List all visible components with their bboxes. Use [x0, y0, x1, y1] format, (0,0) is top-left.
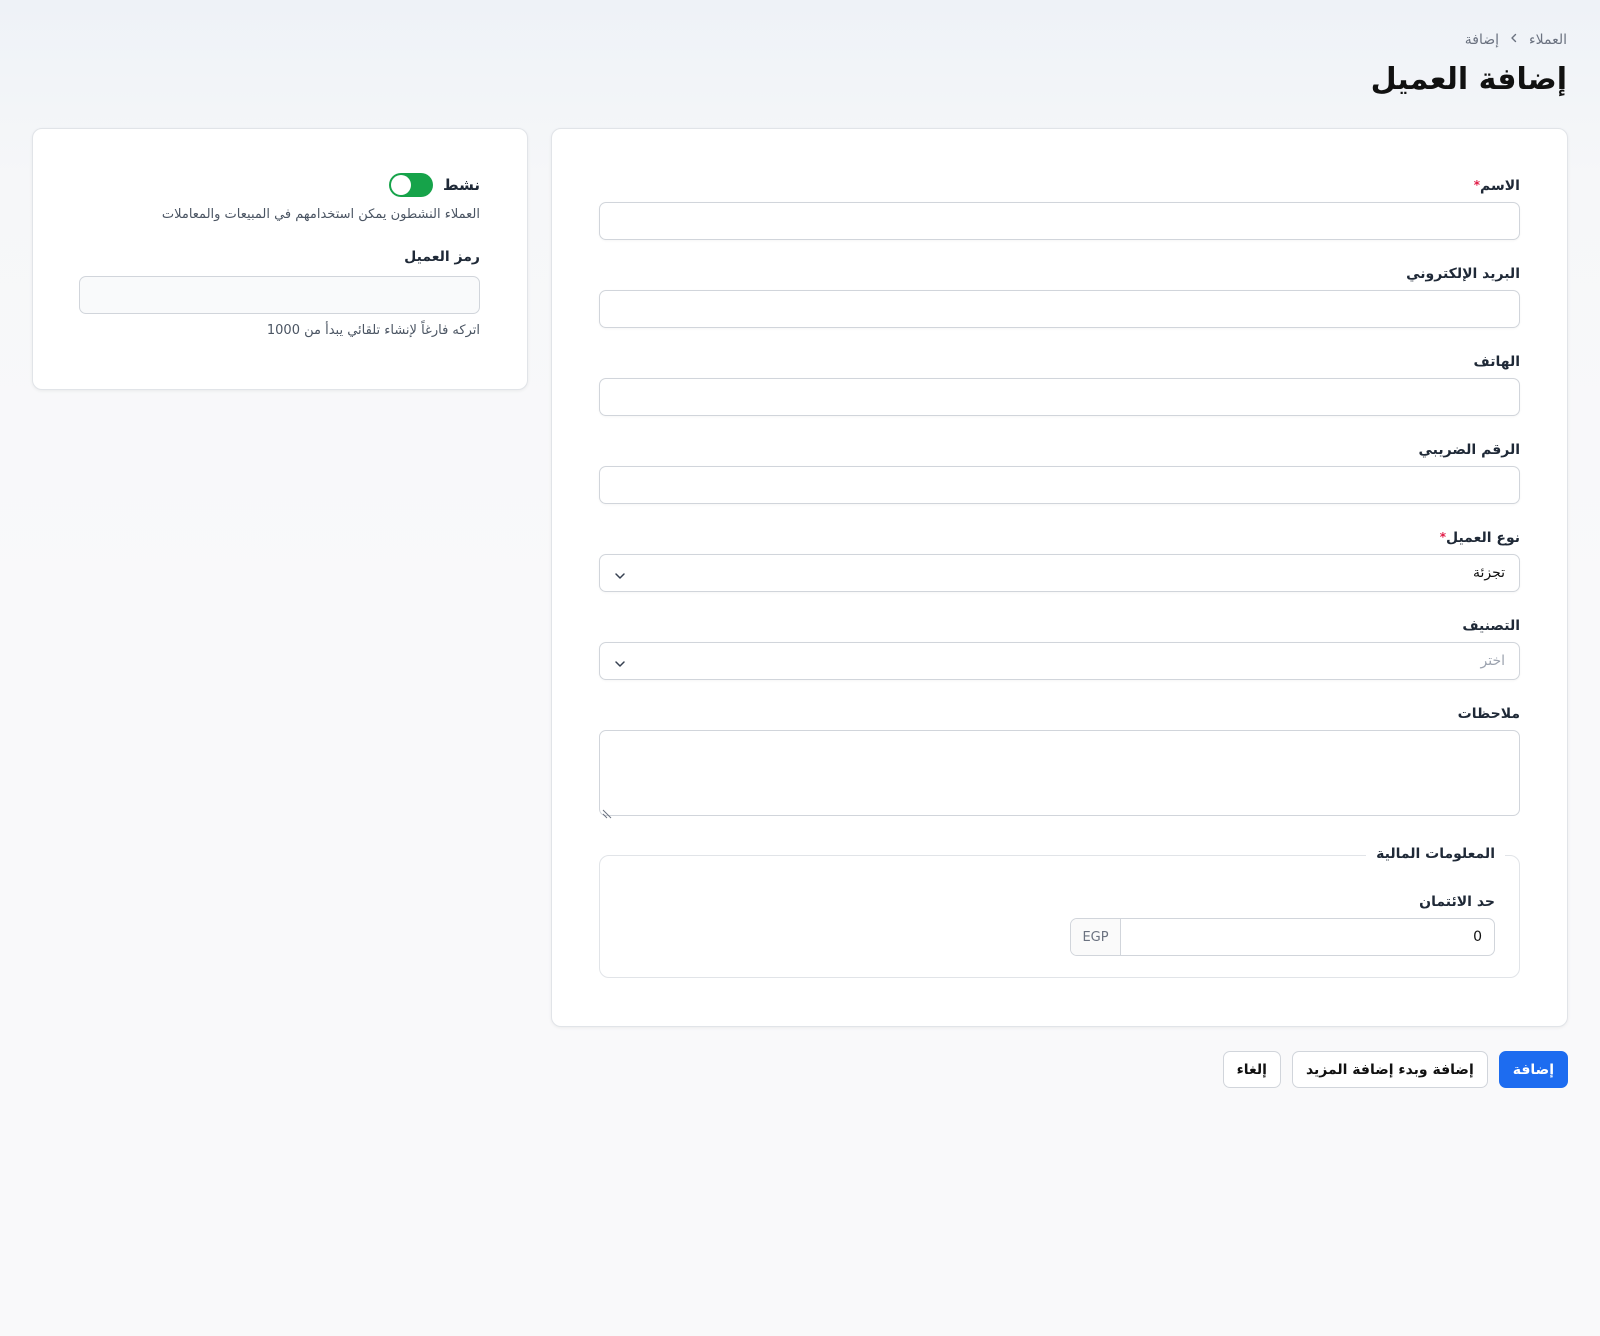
customer-status-card: نشط العملاء النشطون يمكن استخدامهم في ال… — [32, 128, 528, 390]
name-field: الاسم* — [599, 178, 1520, 240]
toggle-knob — [391, 175, 412, 195]
category-field: التصنيف اختر — [599, 618, 1520, 680]
financial-info-fieldset: المعلومات المالية حد الائتمان 0 EGP — [599, 846, 1520, 978]
tax-number-input[interactable] — [599, 466, 1520, 504]
customer-type-select[interactable]: تجزئة — [599, 554, 1520, 592]
category-label: التصنيف — [1462, 618, 1520, 634]
tax-number-field: الرقم الضريبي — [599, 442, 1520, 504]
email-label: البريد الإلكتروني — [1406, 266, 1520, 282]
financial-info-legend: المعلومات المالية — [1366, 846, 1505, 862]
currency-addon: EGP — [1071, 919, 1121, 955]
email-field: البريد الإلكتروني — [599, 266, 1520, 328]
breadcrumb: العملاء إضافة — [33, 32, 1567, 48]
phone-field: الهاتف — [599, 354, 1520, 416]
active-toggle[interactable] — [389, 173, 434, 197]
category-placeholder: اختر — [1480, 653, 1506, 669]
credit-limit-input[interactable]: 0 — [1121, 919, 1494, 955]
phone-label: الهاتف — [1473, 354, 1520, 370]
add-button[interactable]: إضافة — [1498, 1051, 1568, 1088]
breadcrumb-current: إضافة — [1464, 32, 1500, 48]
name-label: الاسم* — [1473, 178, 1520, 194]
active-help-text: العملاء النشطون يمكن استخدامهم في المبيع… — [161, 207, 480, 222]
chevron-left-icon — [1509, 31, 1519, 47]
name-input[interactable] — [599, 202, 1520, 240]
customer-type-field: نوع العميل* تجزئة — [599, 530, 1520, 592]
phone-input[interactable] — [599, 378, 1520, 416]
tax-number-label: الرقم الضريبي — [1418, 442, 1520, 458]
customer-type-label: نوع العميل* — [1439, 530, 1520, 546]
customer-code-label: رمز العميل — [404, 249, 480, 265]
page-title: إضافة العميل — [1370, 62, 1567, 97]
customer-type-value: تجزئة — [1472, 565, 1505, 581]
credit-limit-input-group: 0 EGP — [1070, 918, 1495, 956]
credit-limit-label: حد الائتمان — [1419, 894, 1495, 910]
cancel-button[interactable]: إلغاء — [1222, 1051, 1281, 1088]
form-actions: إضافة إضافة وبدء إضافة المزيد إلغاء — [1222, 1051, 1568, 1088]
notes-field: ملاحظات — [599, 706, 1520, 819]
notes-label: ملاحظات — [1457, 706, 1520, 722]
resize-handle-icon[interactable] — [602, 804, 612, 819]
active-toggle-row: نشط — [389, 173, 480, 197]
breadcrumb-parent[interactable]: العملاء — [1529, 32, 1567, 48]
notes-textarea[interactable] — [599, 730, 1520, 819]
customer-form-card: الاسم* البريد الإلكتروني الهاتف الرقم ال… — [551, 128, 1568, 1027]
chevron-down-icon — [614, 567, 626, 579]
active-label: نشط — [443, 176, 480, 194]
category-select[interactable]: اختر — [599, 642, 1520, 680]
page-header: العملاء إضافة إضافة العميل — [33, 32, 1567, 97]
chevron-down-icon — [614, 655, 626, 667]
customer-code-help: اتركه فارغاً لإنشاء تلقائي يبدأ من 1000 — [266, 323, 480, 338]
add-and-more-button[interactable]: إضافة وبدء إضافة المزيد — [1291, 1051, 1488, 1088]
customer-code-input[interactable] — [79, 276, 480, 314]
email-input[interactable] — [599, 290, 1520, 328]
